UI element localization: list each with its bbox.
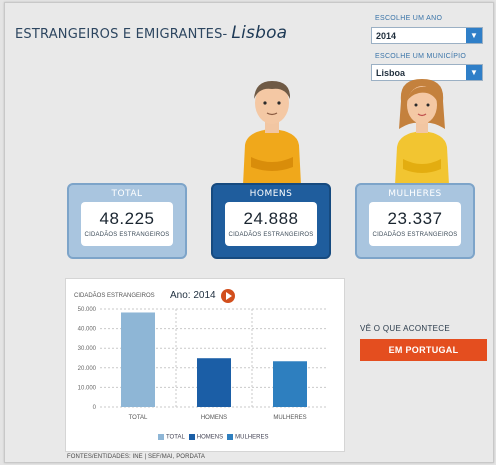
cta-prompt: Vê o que acontece (360, 324, 451, 333)
total-card-body: 48.225 Cidadãos estrangeiros (81, 202, 173, 246)
legend-label: Mulheres (235, 434, 269, 441)
x-tick-label: Mulheres (273, 415, 306, 421)
men-card-header: HOMENS (249, 189, 293, 199)
man-figure-icon (243, 81, 301, 185)
women-value: 23.337 (387, 209, 443, 228)
total-subtitle: Cidadãos estrangeiros (84, 232, 170, 238)
app-window: ESTRANGEIROS E EMIGRANTES- Lisboa Escolhe… (4, 2, 494, 463)
men-card-body: 24.888 Cidadãos estrangeiros (225, 202, 317, 246)
men-subtitle: Cidadãos estrangeiros (228, 232, 314, 238)
men-value: 24.888 (243, 209, 299, 228)
year-select-value: 2014 (376, 31, 397, 41)
y-tick-label: 20.000 (78, 366, 97, 372)
legend-swatch (158, 434, 164, 440)
bar-mulheres (273, 361, 307, 407)
total-value: 48.225 (99, 209, 155, 228)
women-card: MULHERES 23.337 Cidadãos estrangeiros (355, 183, 475, 259)
chevron-down-icon[interactable]: ▼ (466, 65, 482, 80)
men-card: HOMENS 24.888 Cidadãos estrangeiros (211, 183, 331, 259)
year-select-label: Escolhe um ano (375, 15, 443, 22)
x-tick-label: Homens (201, 415, 227, 421)
bar-chart: 50.000 40.000 30.000 20.000 10.000 0 Total Home… (78, 307, 328, 421)
women-card-body: 23.337 Cidadãos estrangeiros (369, 202, 461, 246)
women-card-header: MULHERES (388, 189, 442, 199)
bar-total (121, 312, 155, 407)
municipality-select-label: Escolhe um município (375, 53, 467, 60)
legend-label: Homens (196, 434, 224, 441)
y-tick-label: 40.000 (78, 327, 97, 333)
chart-panel: Cidadãos estrangeiros Ano: 2014 50.000 40… (65, 278, 345, 452)
em-portugal-button[interactable]: EM PORTUGAL (360, 339, 487, 361)
bar-homens (197, 358, 231, 407)
page-title: ESTRANGEIROS E EMIGRANTES- Lisboa (15, 23, 287, 43)
y-tick-label: 50.000 (78, 307, 97, 313)
legend-label: Total (166, 434, 185, 441)
y-tick-label: 0 (93, 405, 97, 411)
chart-legend: Total Homens Mulheres (154, 434, 268, 441)
title-text: ESTRANGEIROS E EMIGRANTES- (15, 27, 228, 42)
woman-figure-icon (395, 79, 449, 185)
women-subtitle: Cidadãos estrangeiros (372, 232, 458, 238)
legend-swatch (188, 434, 195, 440)
year-select[interactable]: 2014 ▼ (371, 27, 483, 44)
chevron-down-icon[interactable]: ▼ (466, 28, 482, 43)
city-name: Lisboa (231, 23, 288, 43)
y-tick-label: 30.000 (78, 346, 97, 352)
x-tick-label: Total (129, 415, 148, 421)
total-card-header: TOTAL (111, 189, 143, 199)
total-card: TOTAL 48.225 Cidadãos estrangeiros (67, 183, 187, 259)
y-tick-label: 10.000 (78, 385, 97, 391)
source-note: Fontes/Entidades: INE | SEF/MAI, PORDATA (67, 454, 206, 460)
legend-swatch (227, 434, 234, 440)
